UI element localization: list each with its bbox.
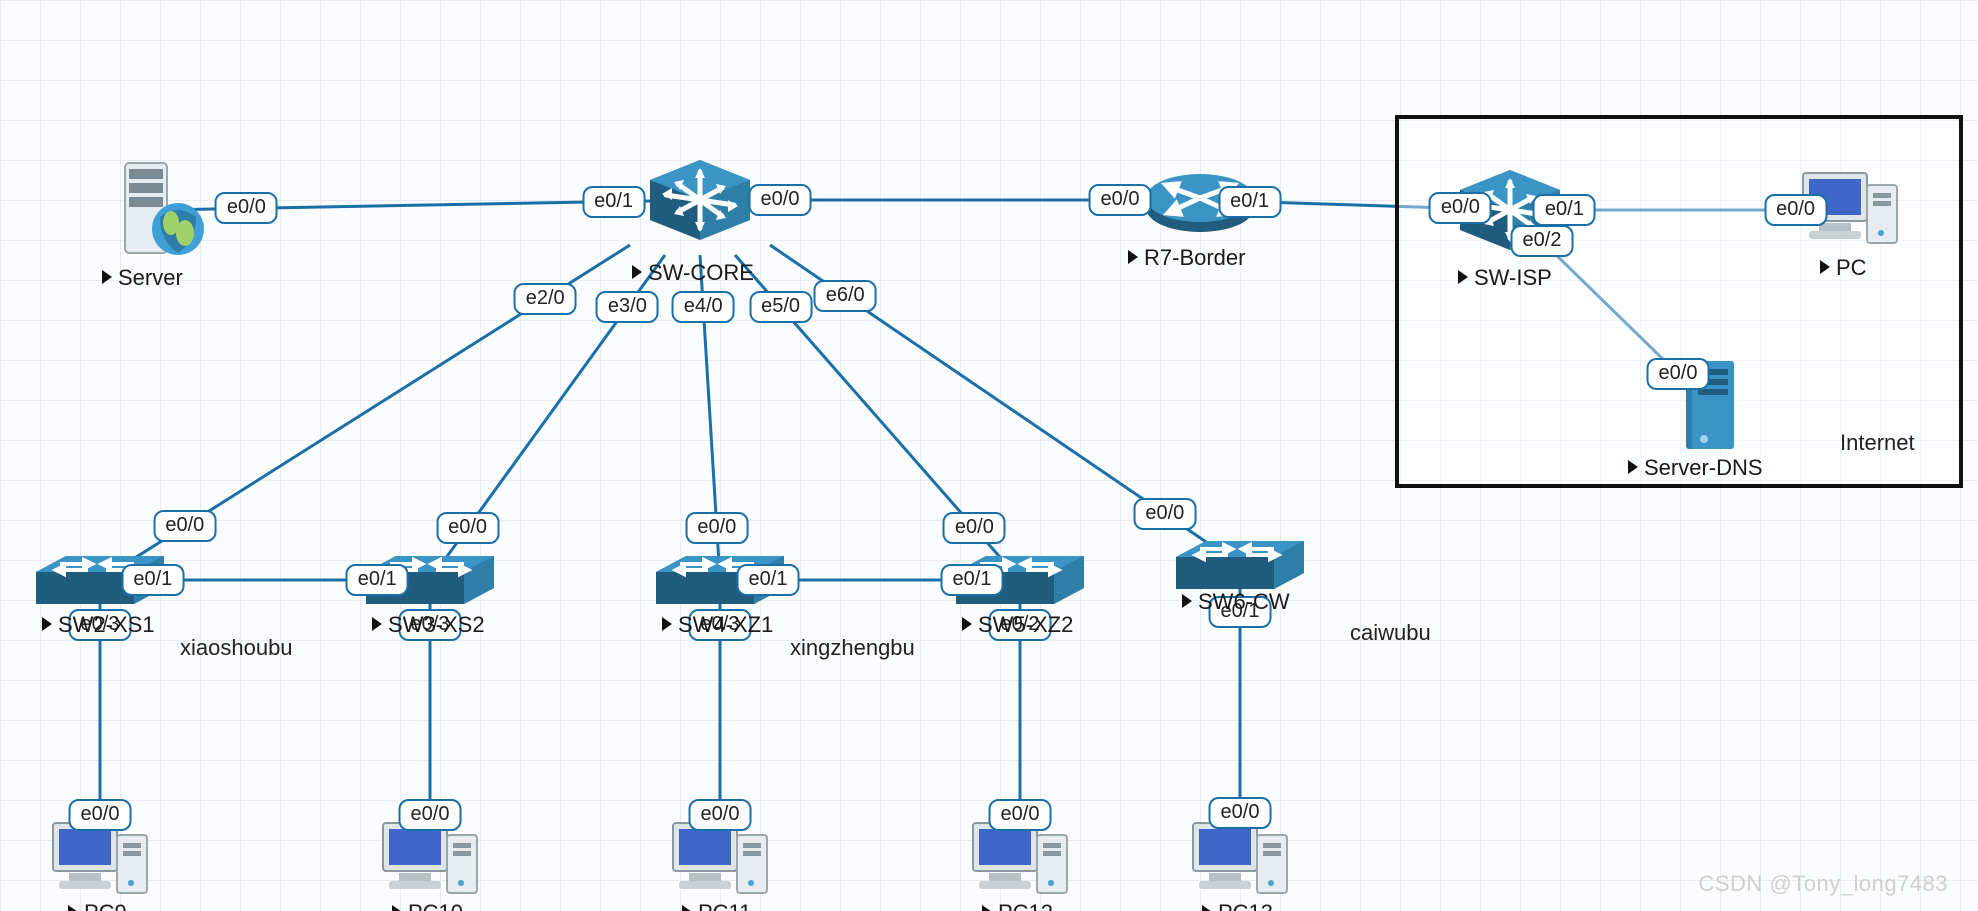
text-xingzhengbu: xingzhengbu: [790, 635, 915, 661]
port-sw3-e0-1: e0/1: [346, 564, 409, 596]
node-label-text-sw4: SW4-XZ1: [678, 612, 773, 637]
node-server[interactable]: [105, 155, 215, 265]
play-icon: [68, 905, 78, 911]
port-srvdns-e0-0: e0/0: [1647, 358, 1710, 390]
node-label-text-sw6: SW6-CW: [1198, 589, 1290, 614]
port-swcore-e6-0: e6/0: [814, 280, 877, 312]
node-label-swisp: SW-ISP: [1458, 265, 1552, 291]
play-icon: [1458, 270, 1468, 284]
node-label-swcore: SW-CORE: [632, 260, 754, 286]
node-label-text-sw5: SW5-XZ2: [978, 612, 1073, 637]
node-label-pc9: PC9: [68, 900, 127, 911]
node-label-sw2: SW2-XS1: [42, 612, 155, 638]
node-label-r7: R7-Border: [1128, 245, 1245, 271]
port-sw4-e0-1: e0/1: [737, 564, 800, 596]
port-sw2-e0-0: e0/0: [153, 510, 216, 542]
port-sw6-e0-0: e0/0: [1133, 498, 1196, 530]
play-icon: [632, 265, 642, 279]
port-sw5-e0-1: e0/1: [941, 564, 1004, 596]
node-label-text-sw2: SW2-XS1: [58, 612, 155, 637]
port-pc13-e0-0: e0/0: [1209, 797, 1272, 829]
port-swcore-e2-0: e2/0: [514, 283, 577, 315]
play-icon: [1820, 260, 1830, 274]
node-label-text-pc10: PC10: [408, 900, 463, 911]
port-pc11-e0-0: e0/0: [689, 799, 752, 831]
node-label-text-srvdns: Server-DNS: [1644, 455, 1763, 480]
port-server-e0-0: e0/0: [215, 192, 278, 224]
node-label-text-pc_inet: PC: [1836, 255, 1867, 280]
play-icon: [1128, 250, 1138, 264]
play-icon: [682, 905, 692, 911]
text-internet: Internet: [1840, 430, 1915, 456]
play-icon: [42, 617, 52, 631]
node-label-text-swisp: SW-ISP: [1474, 265, 1552, 290]
node-label-text-swcore: SW-CORE: [648, 260, 754, 285]
play-icon: [982, 905, 992, 911]
port-pc_inet-e0-0: e0/0: [1764, 194, 1827, 226]
port-pc12-e0-0: e0/0: [989, 799, 1052, 831]
port-swisp-e0-1: e0/1: [1533, 194, 1596, 226]
node-label-sw3: SW3-XS2: [372, 612, 485, 638]
port-r7-e0-1: e0/1: [1218, 186, 1281, 218]
port-sw2-e0-1: e0/1: [121, 564, 184, 596]
node-sw6[interactable]: [1170, 535, 1310, 595]
watermark: CSDN @Tony_long7483: [1698, 871, 1948, 897]
node-label-sw6: SW6-CW: [1182, 589, 1290, 615]
node-label-pc10: PC10: [392, 900, 463, 911]
text-xiaoshoubu: xiaoshoubu: [180, 635, 293, 661]
port-pc10-e0-0: e0/0: [399, 799, 462, 831]
port-swcore-e0-1: e0/1: [582, 186, 645, 218]
port-swcore-e4-0: e4/0: [672, 291, 735, 323]
port-r7-e0-0: e0/0: [1089, 184, 1152, 216]
node-label-sw5: SW5-XZ2: [962, 612, 1073, 638]
node-label-sw4: SW4-XZ1: [662, 612, 773, 638]
play-icon: [1182, 594, 1192, 608]
port-sw3-e0-0: e0/0: [436, 512, 499, 544]
play-icon: [102, 270, 112, 284]
node-label-pc12: PC12: [982, 900, 1053, 911]
node-label-text-pc9: PC9: [84, 900, 127, 911]
node-label-text-sw3: SW3-XS2: [388, 612, 485, 637]
port-swisp-e0-2: e0/2: [1511, 225, 1574, 257]
play-icon: [1628, 460, 1638, 474]
play-icon: [372, 617, 382, 631]
node-label-pc_inet: PC: [1820, 255, 1867, 281]
text-caiwubu: caiwubu: [1350, 620, 1431, 646]
node-label-server: Server: [102, 265, 183, 291]
play-icon: [962, 617, 972, 631]
play-icon: [662, 617, 672, 631]
port-pc9-e0-0: e0/0: [69, 799, 132, 831]
play-icon: [1202, 905, 1212, 911]
port-sw5-e0-0: e0/0: [943, 512, 1006, 544]
node-label-pc13: PC13: [1202, 900, 1273, 911]
node-label-text-server: Server: [118, 265, 183, 290]
node-label-srvdns: Server-DNS: [1628, 455, 1763, 481]
node-swcore[interactable]: [640, 150, 760, 250]
node-label-text-pc12: PC12: [998, 900, 1053, 911]
node-label-text-pc13: PC13: [1218, 900, 1273, 911]
port-sw4-e0-0: e0/0: [685, 512, 748, 544]
port-swcore-e3-0: e3/0: [596, 291, 659, 323]
play-icon: [392, 905, 402, 911]
node-label-pc11: PC11: [682, 900, 751, 911]
node-label-text-r7: R7-Border: [1144, 245, 1245, 270]
port-swisp-e0-0: e0/0: [1429, 192, 1492, 224]
node-label-text-pc11: PC11: [698, 900, 751, 911]
port-swcore-e5-0: e5/0: [749, 291, 812, 323]
port-swcore-e0-0: e0/0: [749, 184, 812, 216]
